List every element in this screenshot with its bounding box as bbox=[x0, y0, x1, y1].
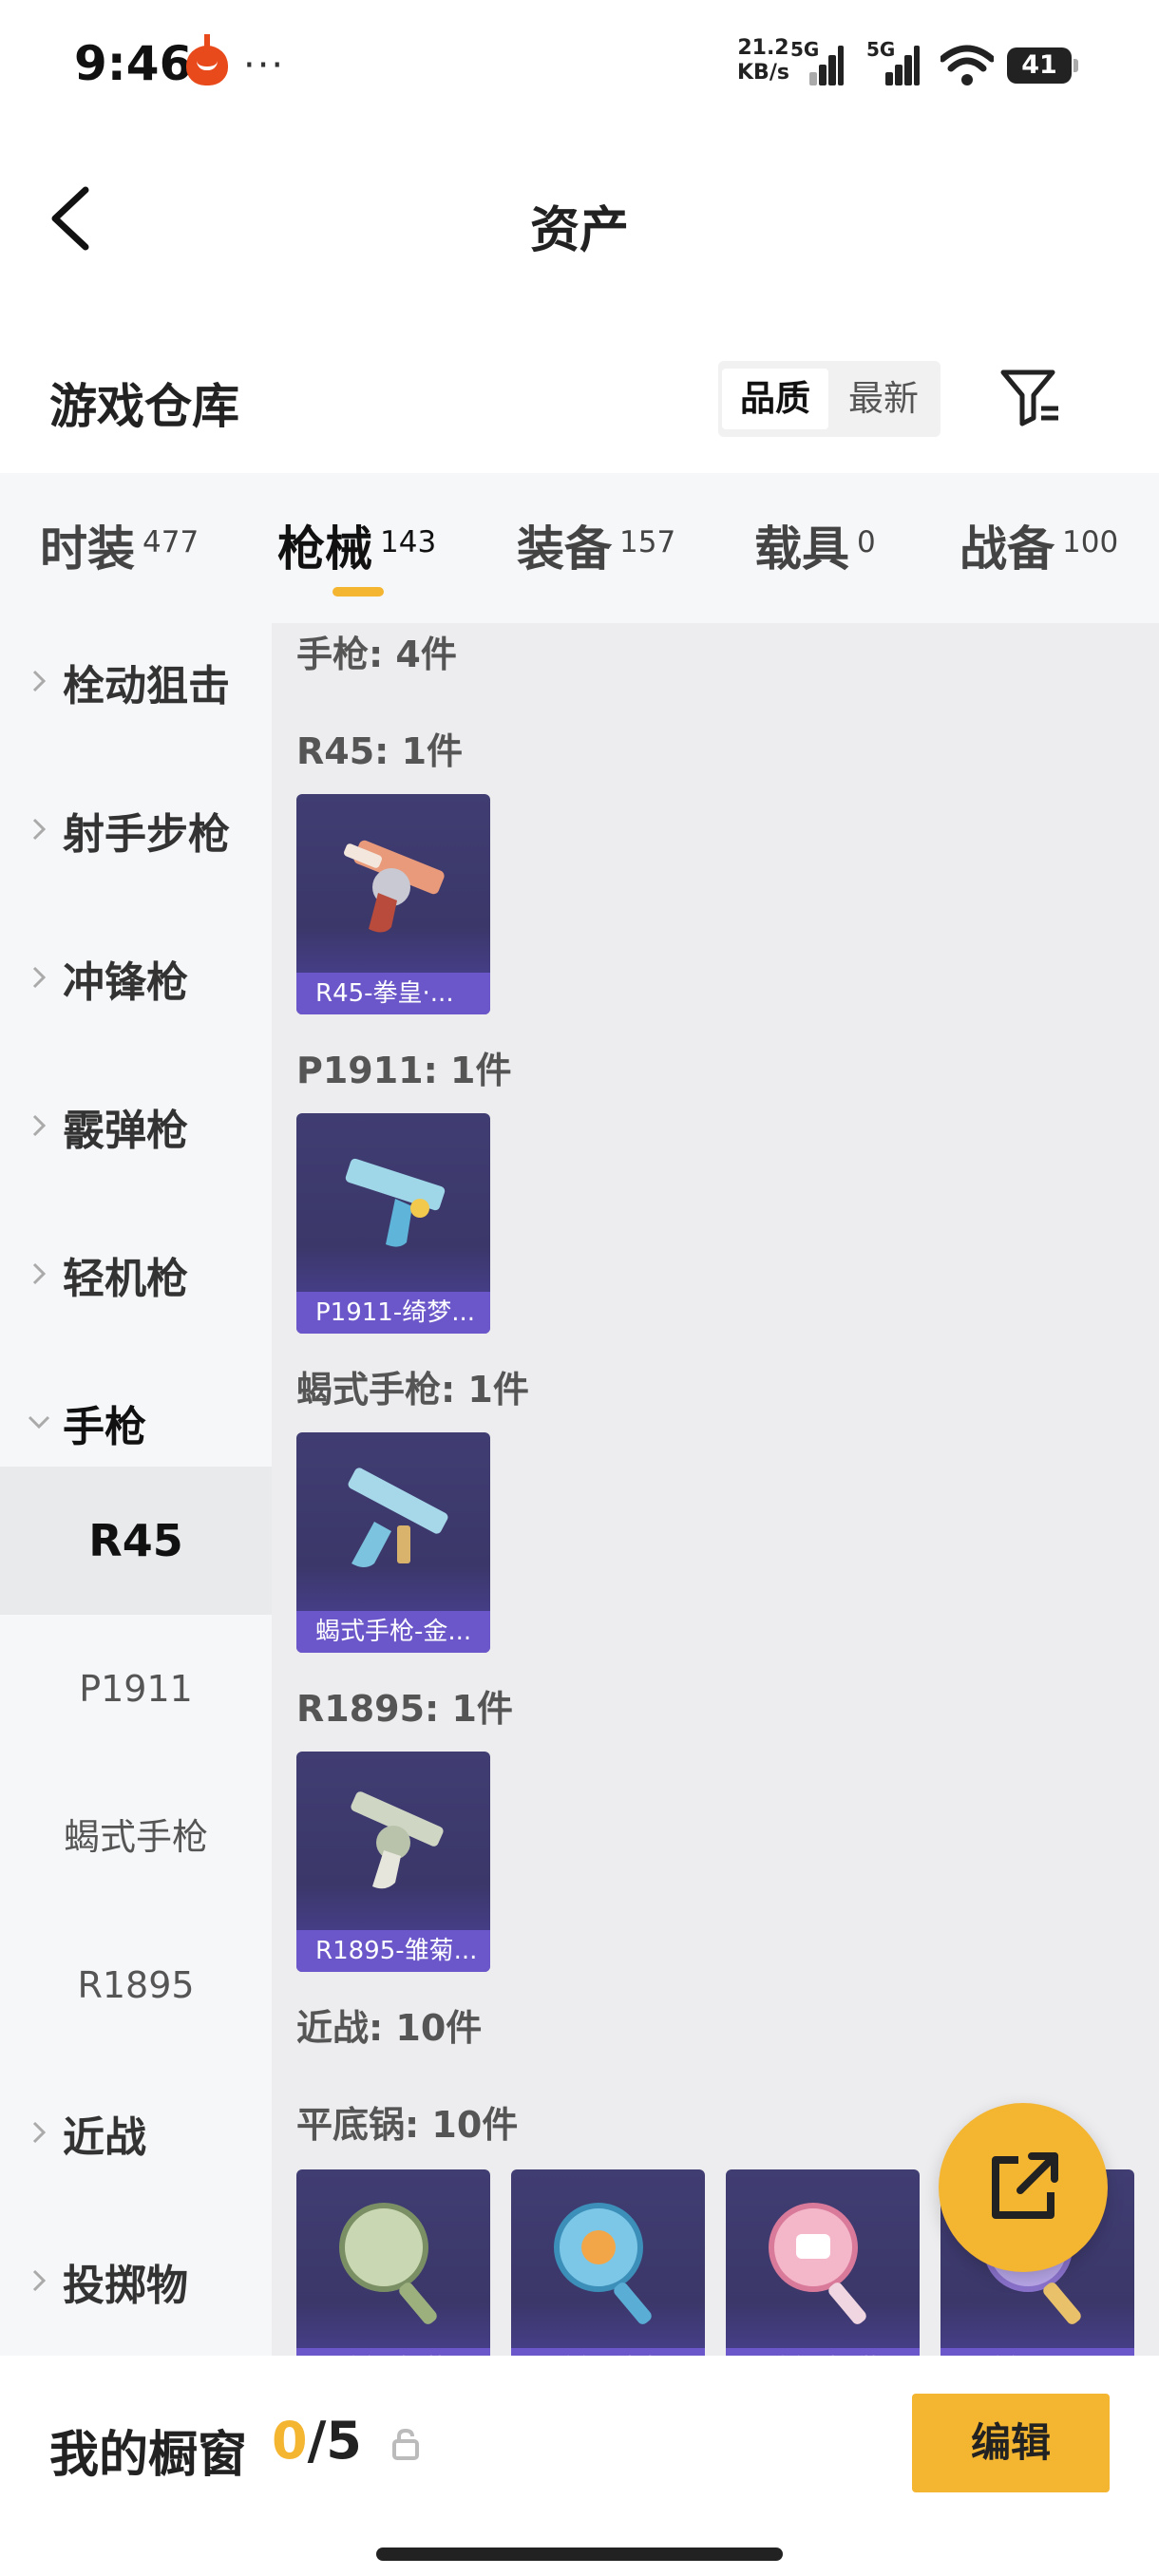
group-title-melee: 近战: 10件 bbox=[296, 2007, 483, 2049]
chevron-right-icon bbox=[32, 2121, 47, 2144]
revolver-image bbox=[351, 1791, 444, 1889]
machine-pistol-image bbox=[348, 1468, 448, 1567]
sidebar-item-lmg[interactable]: 轻机枪 bbox=[0, 1201, 272, 1349]
tab-fashion[interactable]: 时装 477 bbox=[40, 511, 199, 579]
weapon-type-sidebar: 栓动狙击 射手步枪 冲锋枪 霰弹枪 轻机枪 手枪 R45 P1911 蝎式手枪 … bbox=[0, 623, 272, 2356]
chevron-down-icon bbox=[28, 1415, 50, 1430]
item-card-pan[interactable]: 平底锅-鲜蔬... bbox=[296, 2169, 490, 2356]
sidebar-sub-r1895[interactable]: R1895 bbox=[0, 1911, 272, 2059]
chevron-right-icon bbox=[32, 1262, 47, 1285]
more-notifications-icon: ··· bbox=[243, 44, 286, 87]
sort-toggle: 品质 最新 bbox=[718, 361, 940, 437]
subgroup-title-r1895: R1895: 1件 bbox=[296, 1688, 513, 1730]
category-tabs: 时装 477 枪械 143 装备 157 载具 0 战备 100 bbox=[0, 473, 1159, 623]
subgroup-title-pan: 平底锅: 10件 bbox=[296, 2104, 519, 2146]
network-speed-value: 21.2 bbox=[737, 36, 789, 60]
sim2-type: 5G bbox=[866, 38, 896, 61]
section-title: 游戏仓库 bbox=[49, 379, 239, 434]
filter-icon[interactable] bbox=[998, 365, 1064, 431]
clock: 9:46 bbox=[74, 36, 193, 91]
item-name: R45-拳皇·... bbox=[296, 973, 490, 1014]
sidebar-item-melee[interactable]: 近战 bbox=[0, 2059, 272, 2207]
tab-vehicles[interactable]: 载具 0 bbox=[754, 511, 876, 579]
item-card-r1895[interactable]: R1895-雏菊... bbox=[296, 1752, 490, 1972]
network-speed: 21.2 KB/s bbox=[737, 36, 789, 85]
sidebar-item-smg[interactable]: 冲锋枪 bbox=[0, 904, 272, 1052]
subgroup-title-p1911: P1911: 1件 bbox=[296, 1050, 512, 1091]
item-name: 平底锅-纯真... bbox=[511, 2348, 705, 2356]
sort-quality-button[interactable]: 品质 bbox=[722, 369, 828, 429]
sim1-signal-icon: 5G bbox=[790, 38, 844, 85]
item-card-pan[interactable]: 平底锅-恬甜... bbox=[726, 2169, 920, 2356]
group-title-pistol: 手枪: 4件 bbox=[296, 634, 457, 675]
showcase-slot-count: 0/5 bbox=[272, 2411, 362, 2471]
chevron-right-icon bbox=[32, 670, 47, 692]
lock-icon bbox=[392, 2428, 419, 2460]
chevron-right-icon bbox=[32, 818, 47, 841]
item-card-r45[interactable]: R45-拳皇·... bbox=[296, 794, 490, 1014]
sidebar-sub-p1911[interactable]: P1911 bbox=[0, 1615, 272, 1763]
home-indicator[interactable] bbox=[376, 2548, 783, 2561]
battery-icon: 41 bbox=[1007, 47, 1078, 84]
frying-pan-image bbox=[339, 2203, 437, 2324]
subgroup-title-r45: R45: 1件 bbox=[296, 730, 464, 772]
sidebar-sub-scorpion[interactable]: 蝎式手枪 bbox=[0, 1763, 272, 1911]
item-name: 平底锅-星彩... bbox=[940, 2348, 1134, 2356]
sim2-signal-icon: 5G bbox=[866, 38, 920, 85]
page-title: 资产 bbox=[529, 202, 629, 259]
sim1-type: 5G bbox=[790, 38, 820, 61]
network-speed-unit: KB/s bbox=[737, 61, 789, 85]
tab-supplies[interactable]: 战备 100 bbox=[960, 511, 1118, 579]
edit-button[interactable]: 编辑 bbox=[912, 2394, 1110, 2492]
item-name: 蝎式手枪-金... bbox=[296, 1611, 490, 1653]
tab-guns[interactable]: 枪械 143 bbox=[277, 511, 436, 579]
wifi-icon bbox=[940, 45, 994, 85]
chevron-right-icon bbox=[32, 1114, 47, 1137]
share-button[interactable] bbox=[939, 2103, 1108, 2272]
external-link-icon bbox=[992, 2152, 1058, 2219]
revolver-image bbox=[344, 840, 445, 933]
item-card-p1911[interactable]: P1911-绮梦... bbox=[296, 1113, 490, 1334]
item-card-scorpion[interactable]: 蝎式手枪-金... bbox=[296, 1432, 490, 1653]
chevron-right-icon bbox=[32, 2269, 47, 2292]
active-tab-indicator bbox=[332, 587, 384, 597]
item-name: R1895-雏菊... bbox=[296, 1930, 490, 1972]
sort-latest-button[interactable]: 最新 bbox=[830, 369, 937, 429]
item-name: P1911-绮梦... bbox=[296, 1292, 490, 1334]
item-name: 平底锅-鲜蔬... bbox=[296, 2348, 490, 2356]
chevron-right-icon bbox=[32, 966, 47, 989]
tab-equipment[interactable]: 装备 157 bbox=[517, 511, 675, 579]
sidebar-sub-r45[interactable]: R45 bbox=[0, 1467, 272, 1615]
showcase-bar: 我的橱窗 0/5 编辑 bbox=[0, 2356, 1159, 2576]
header: 资产 bbox=[0, 152, 1159, 285]
status-bar: 9:46 ··· 21.2 KB/s 5G 5G 41 bbox=[0, 0, 1159, 133]
item-name: 平底锅-恬甜... bbox=[726, 2348, 920, 2356]
sidebar-item-bolt-sniper[interactable]: 栓动狙击 bbox=[0, 623, 272, 756]
sidebar-item-throwable[interactable]: 投掷物 bbox=[0, 2207, 272, 2356]
sidebar-item-marksman-rifle[interactable]: 射手步枪 bbox=[0, 756, 272, 904]
pumpkin-app-icon bbox=[186, 34, 228, 85]
item-card-pan[interactable]: 平底锅-纯真... bbox=[511, 2169, 705, 2356]
frying-pan-image bbox=[554, 2203, 652, 2324]
my-showcase-label: 我的橱窗 bbox=[49, 2427, 248, 2484]
frying-pan-image bbox=[769, 2203, 866, 2324]
subgroup-title-scorpion: 蝎式手枪: 1件 bbox=[296, 1369, 529, 1411]
item-list: 手枪: 4件 R45: 1件 R45-拳皇·... P1911: 1件 P191… bbox=[272, 623, 1159, 2356]
sidebar-item-shotgun[interactable]: 霰弹枪 bbox=[0, 1052, 272, 1201]
pistol-image bbox=[345, 1158, 446, 1247]
